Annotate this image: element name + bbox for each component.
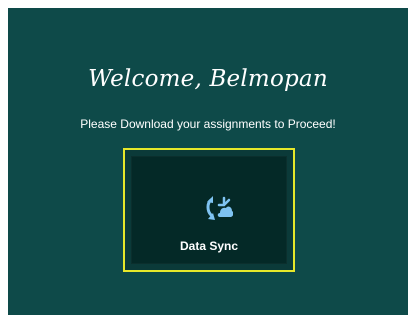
data-sync-label: Data Sync <box>179 239 239 253</box>
data-sync-button[interactable]: Data Sync <box>123 148 295 272</box>
welcome-screen: Welcome, Belmopan Please Download your a… <box>8 8 408 315</box>
welcome-subtitle: Please Download your assignments to Proc… <box>80 117 336 131</box>
welcome-title: Welcome, Belmopan <box>88 66 328 92</box>
cloud-sync-icon <box>206 196 233 220</box>
data-sync-tile-panel[interactable]: Data Sync <box>131 156 287 264</box>
